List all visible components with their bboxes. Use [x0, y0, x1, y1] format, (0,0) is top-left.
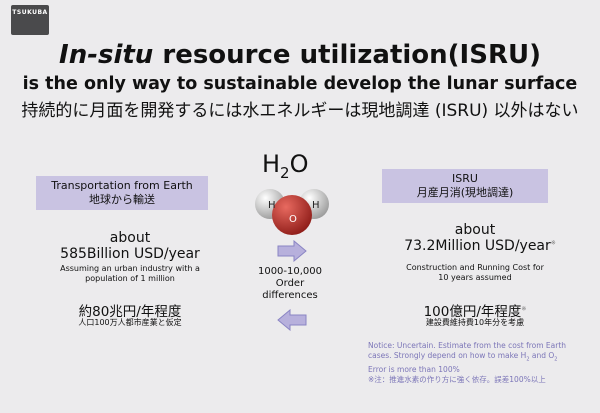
- isru-box: ISRU 月産月消(現地調達): [382, 169, 548, 203]
- right-amount: 73.2Million USD/year※: [404, 238, 556, 254]
- h2o-formula: H2O: [262, 150, 309, 182]
- left-jp-amount: 約80兆円/年程度: [78, 304, 182, 320]
- left-assumption-note: Assuming an urban industry with a popula…: [60, 264, 200, 283]
- svg-text:H: H: [268, 200, 276, 211]
- right-cost-note: Construction and Running Cost for 10 yea…: [406, 263, 544, 282]
- left-about: about: [109, 230, 151, 246]
- svg-text:H: H: [312, 200, 320, 211]
- arrow-left-icon: [277, 309, 307, 331]
- right-jp-note: 建設費維持費10年分を考慮: [425, 318, 525, 327]
- slide-title: In-situ resource utilization(ISRU): [59, 40, 541, 70]
- water-molecule-icon: H H O: [255, 189, 329, 235]
- order-difference-label: 1000-10,000 Order differences: [257, 266, 323, 301]
- transport-from-earth-box: Transportation from Earth 地球から輸送: [36, 176, 208, 210]
- right-jp-amount: 100億円/年程度※: [423, 304, 527, 320]
- right-about: about: [454, 222, 496, 238]
- svg-text:O: O: [289, 214, 297, 225]
- university-logo: TSUKUBA: [11, 5, 49, 35]
- uncertainty-notice: Notice: Uncertain. Estimate from the cos…: [368, 341, 567, 384]
- left-amount: 585Billion USD/year: [60, 246, 200, 262]
- subtitle-japanese: 持続的に月面を開発するには水エネルギーは現地調達 (ISRU) 以外はない: [21, 101, 579, 121]
- left-jp-note: 人口100万人都市産業と仮定: [78, 318, 182, 327]
- subtitle-english: is the only way to sustainable develop t…: [22, 74, 578, 94]
- arrow-right-icon: [277, 240, 307, 262]
